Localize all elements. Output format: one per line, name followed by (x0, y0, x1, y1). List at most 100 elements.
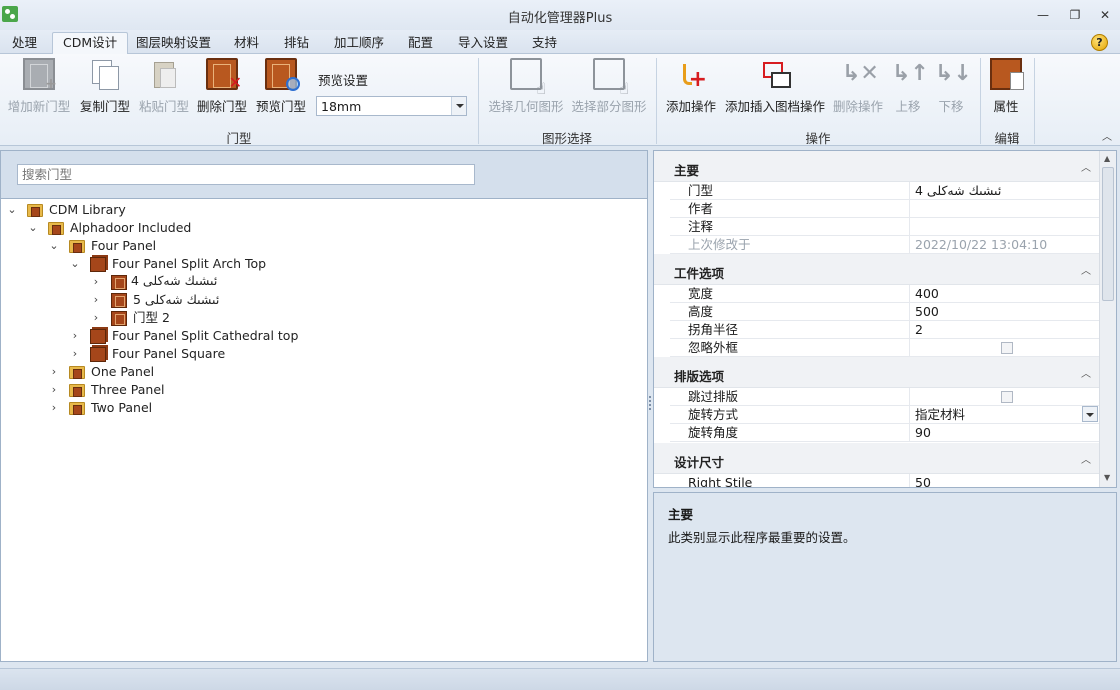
add-operation-button[interactable]: 添加操作 (664, 58, 718, 122)
chevron-right-icon[interactable]: › (70, 345, 80, 363)
door-library-pane: ⌄ CDM Library ⌄ Alphadoor Included ⌄ Fou… (0, 150, 648, 662)
edit-group-label: 编辑 (994, 131, 1020, 146)
tab-import-settings[interactable]: 导入设置 (448, 33, 518, 54)
category-design-dimensions[interactable]: 设计尺寸 ︿ (654, 443, 1099, 474)
tab-support[interactable]: 支持 (522, 33, 567, 54)
scrollbar-thumb[interactable] (1102, 167, 1114, 301)
tree-node-cdm-library[interactable]: ⌄ CDM Library (7, 201, 307, 219)
property-row-right-stile[interactable]: Right Stile 50 (670, 474, 1099, 487)
chevron-down-icon[interactable] (1082, 406, 1098, 422)
chevron-down-icon[interactable] (451, 97, 466, 115)
ribbon: + 增加新门型 复制门型 粘贴门型 ✕ 删除门型 预览门型 预览设置 18mm … (0, 54, 1120, 146)
delete-door-button[interactable]: ✕ 删除门型 (195, 58, 249, 122)
collapse-icon[interactable]: ︿ (1081, 159, 1091, 174)
tree-node-door-4[interactable]: › ئىشىك شەكلى 4 (91, 273, 647, 291)
property-row-ignore-frame[interactable]: 忽略外框 (670, 339, 1099, 357)
tab-layer-mapping[interactable]: 图层映射设置 (126, 33, 221, 54)
shape-group-label: 图形选择 (541, 131, 592, 146)
scroll-up-icon[interactable]: ▲ (1104, 154, 1110, 163)
insert-file-operation-icon (759, 58, 791, 90)
tree-node-one-panel[interactable]: › One Panel (49, 363, 349, 381)
tree-node-door-type-2[interactable]: › 门型 2 (91, 309, 391, 327)
status-bar (0, 668, 1120, 690)
select-partial-icon (593, 58, 629, 98)
restore-button[interactable]: ❐ (1062, 7, 1088, 23)
property-row-author[interactable]: 作者 (670, 200, 1099, 218)
folder-icon (27, 204, 43, 217)
tab-processing[interactable]: 处理 (2, 33, 47, 54)
property-row-corner-radius[interactable]: 拐角半径 2 (670, 321, 1099, 339)
property-row-skip-nesting[interactable]: 跳过排版 (670, 388, 1099, 406)
vertical-splitter[interactable] (649, 396, 652, 412)
tree-node-four-panel-split-arch-top[interactable]: ⌄ Four Panel Split Arch Top (70, 255, 370, 273)
property-row-height[interactable]: 高度 500 (670, 303, 1099, 321)
chevron-down-icon[interactable]: ⌄ (70, 255, 80, 273)
property-description-pane: 主要 此类别显示此程序最重要的设置。 (653, 492, 1117, 662)
chevron-down-icon[interactable]: ⌄ (7, 201, 17, 219)
chevron-right-icon[interactable]: › (49, 381, 59, 399)
chevron-down-icon[interactable]: ⌄ (28, 219, 38, 237)
select-geometry-button[interactable]: 选择几何图形 (487, 58, 565, 122)
category-nesting-options[interactable]: 排版选项 ︿ (654, 357, 1099, 388)
collapse-icon[interactable]: ︿ (1081, 451, 1091, 466)
delete-operation-button[interactable]: ↳✕ 删除操作 (830, 58, 886, 122)
tree-node-four-panel-split-cathedral-top[interactable]: › Four Panel Split Cathedral top (70, 327, 370, 345)
minimize-button[interactable]: — (1030, 7, 1056, 23)
chevron-down-icon[interactable]: ⌄ (49, 237, 59, 255)
door-stack-icon (90, 257, 106, 272)
ignore-frame-checkbox[interactable] (1001, 342, 1013, 354)
paste-door-button[interactable]: 粘贴门型 (137, 58, 191, 122)
properties-icon (990, 58, 1024, 90)
property-grid-scrollbar[interactable]: ▲ ▼ (1099, 151, 1116, 487)
collapse-icon[interactable]: ︿ (1081, 262, 1091, 277)
tab-drilling[interactable]: 排钻 (274, 33, 319, 54)
door-tree: ⌄ CDM Library ⌄ Alphadoor Included ⌄ Fou… (1, 199, 647, 661)
help-icon[interactable]: ? (1091, 34, 1108, 51)
property-row-rotation-mode[interactable]: 旋转方式 指定材料 (670, 406, 1099, 424)
tab-configuration[interactable]: 配置 (398, 33, 443, 54)
folder-icon (69, 402, 85, 415)
chevron-right-icon[interactable]: › (91, 291, 101, 309)
tree-node-three-panel[interactable]: › Three Panel (49, 381, 349, 399)
copy-door-button[interactable]: 复制门型 (78, 58, 132, 122)
category-main[interactable]: 主要 ︿ (654, 151, 1099, 182)
category-part-options[interactable]: 工件选项 ︿ (654, 254, 1099, 285)
preview-setting-select[interactable]: 18mm (316, 96, 467, 116)
chevron-right-icon[interactable]: › (49, 363, 59, 381)
move-up-button[interactable]: ↳↑ 上移 (890, 58, 929, 122)
add-insert-file-operation-button[interactable]: 添加插入图档操作 (724, 58, 826, 122)
door-icon (111, 293, 127, 308)
door-search-input[interactable] (17, 164, 475, 185)
chevron-right-icon[interactable]: › (70, 327, 80, 345)
skip-nesting-checkbox[interactable] (1001, 391, 1013, 403)
door-stack-icon (90, 347, 106, 362)
close-button[interactable]: ✕ (1092, 7, 1118, 23)
chevron-right-icon[interactable]: › (91, 273, 101, 291)
tree-node-two-panel[interactable]: › Two Panel (49, 399, 349, 417)
chevron-right-icon[interactable]: › (49, 399, 59, 417)
move-down-icon: ↳↓ (935, 61, 972, 86)
tab-machining-order[interactable]: 加工顺序 (324, 33, 394, 54)
chevron-right-icon[interactable]: › (91, 309, 101, 327)
property-row-door-type[interactable]: 门型 ئىشىك شەكلى 4 (670, 182, 1099, 200)
property-row-notes[interactable]: 注释 (670, 218, 1099, 236)
tab-materials[interactable]: 材料 (224, 33, 269, 54)
tree-node-alphadoor-included[interactable]: ⌄ Alphadoor Included (28, 219, 328, 237)
tree-node-four-panel[interactable]: ⌄ Four Panel (49, 237, 349, 255)
tree-node-door-5[interactable]: › ئىشىك شەكلى 5 (91, 291, 391, 309)
move-up-icon: ↳↑ (892, 61, 929, 86)
preview-setting-label: 预览设置 (318, 73, 369, 88)
select-partial-button[interactable]: 选择部分图形 (570, 58, 648, 122)
tree-node-four-panel-square[interactable]: › Four Panel Square (70, 345, 370, 363)
scroll-down-icon[interactable]: ▼ (1104, 473, 1110, 482)
add-operation-icon (675, 58, 707, 92)
tab-cdm-design[interactable]: CDM设计 (52, 32, 129, 55)
property-row-width[interactable]: 宽度 400 (670, 285, 1099, 303)
add-new-door-button[interactable]: + 增加新门型 (6, 58, 72, 122)
collapse-icon[interactable]: ︿ (1081, 365, 1091, 380)
move-down-button[interactable]: ↳↓ 下移 (933, 58, 972, 122)
ribbon-collapse-icon[interactable]: ︿ (1102, 128, 1112, 143)
preview-door-button[interactable]: 预览门型 (254, 58, 308, 122)
properties-button[interactable]: 属性 (988, 58, 1024, 122)
property-row-rotation-angle[interactable]: 旋转角度 90 (670, 424, 1099, 442)
